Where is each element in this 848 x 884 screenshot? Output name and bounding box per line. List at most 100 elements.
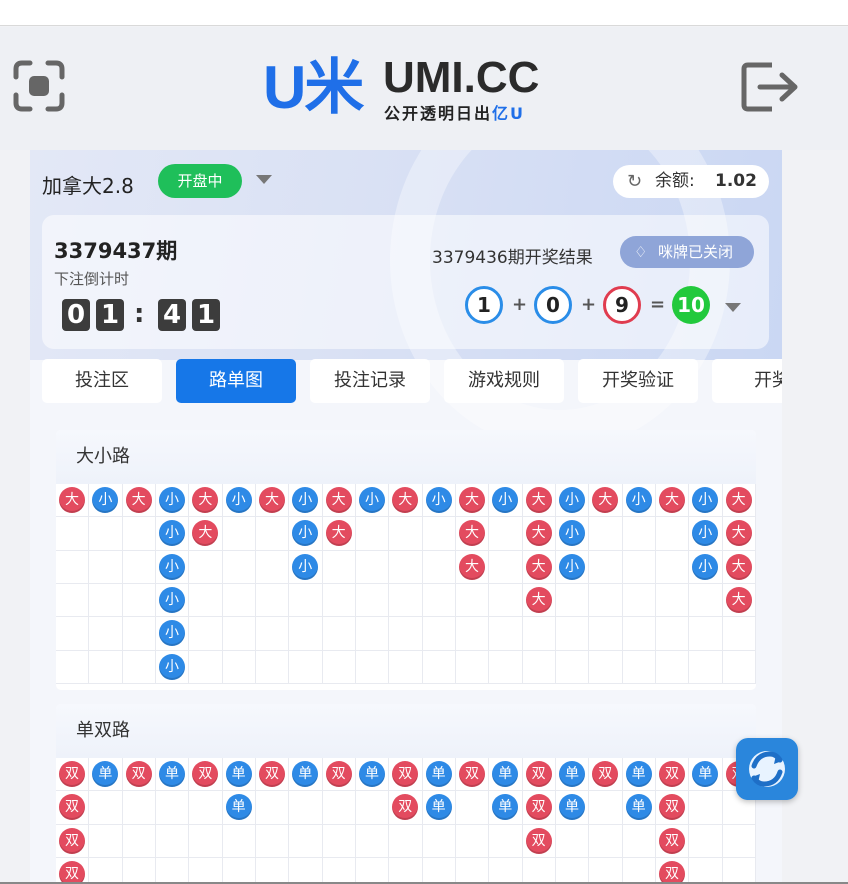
road-cell <box>622 517 656 551</box>
plus-sign: + <box>512 294 528 315</box>
road-chip: 小 <box>358 487 385 513</box>
road-cell: 双 <box>56 758 90 792</box>
last-result-label: 3379436期开奖结果 <box>432 248 593 268</box>
road-cell <box>589 857 623 884</box>
road-cell: 大 <box>255 484 290 518</box>
road-cell <box>122 617 156 651</box>
road-chip: 单 <box>158 761 185 787</box>
road-chip: 单 <box>425 794 452 821</box>
road-cell <box>689 791 723 825</box>
road-cell <box>655 650 690 684</box>
chevron-down-icon[interactable] <box>724 301 742 313</box>
road-cell: 大 <box>589 484 623 518</box>
road-cell <box>655 550 690 584</box>
road-cell: 小 <box>689 550 723 584</box>
tab-game-rules[interactable]: 游戏规则 <box>444 359 564 403</box>
road-chip: 双 <box>59 761 85 787</box>
road-cell <box>622 617 656 651</box>
road-cell <box>155 791 190 825</box>
road-cell: 小 <box>555 550 590 584</box>
road-chip: 双 <box>59 860 85 884</box>
result-ball: 9 <box>603 286 641 324</box>
road-cell: 单 <box>555 758 590 792</box>
road-cell <box>455 650 490 684</box>
road-chip: 大 <box>192 520 219 547</box>
road-cell <box>189 617 223 651</box>
scan-icon[interactable] <box>12 59 66 113</box>
balance-pill[interactable]: ↻ 余额: 1.02 <box>613 165 769 198</box>
tab-road-map[interactable]: 路单图 <box>176 359 296 403</box>
road-cell <box>422 517 456 551</box>
road-cell: 双 <box>255 758 290 792</box>
road-chip: 双 <box>525 827 552 854</box>
tab-draw-verify[interactable]: 开奖验证 <box>578 359 698 403</box>
road-cell <box>556 857 590 884</box>
road-cell: 双 <box>655 791 690 825</box>
road-cell: 单 <box>355 758 390 792</box>
road-cell <box>223 857 256 884</box>
road-cell <box>422 650 456 684</box>
tab-bet-records[interactable]: 投注记录 <box>310 359 430 403</box>
tab-bar: 投注区 路单图 投注记录 游戏规则 开奖验证 开奖 <box>42 359 782 403</box>
balance-value: 1.02 <box>715 171 757 191</box>
road-cell <box>289 650 323 684</box>
road-cell <box>389 517 423 551</box>
road-chip: 小 <box>92 487 119 513</box>
refresh-icon[interactable]: ↻ <box>627 165 642 198</box>
road-cell: 大 <box>722 583 756 618</box>
road-cell <box>355 517 390 551</box>
road-chip: 大 <box>592 487 619 513</box>
countdown-digit: 0 <box>62 299 90 331</box>
tab-betting[interactable]: 投注区 <box>42 359 162 403</box>
road-chip: 单 <box>625 761 652 787</box>
exit-icon[interactable] <box>738 55 802 119</box>
road-cell <box>322 824 356 858</box>
squeeze-badge[interactable]: ♢ 咪牌已关闭 <box>620 236 754 268</box>
tab-draw-history[interactable]: 开奖 <box>712 359 782 403</box>
road-cell: 双 <box>522 824 556 858</box>
road-cell <box>522 617 556 651</box>
road-cell <box>389 617 423 651</box>
road-chip: 小 <box>292 553 319 580</box>
road-cell <box>222 617 256 651</box>
road-chip: 小 <box>425 487 452 513</box>
road-cell <box>89 857 123 884</box>
road-cell <box>455 791 490 825</box>
road-cell <box>622 550 656 584</box>
road-cell: 小 <box>555 484 590 518</box>
road-cell <box>623 857 656 884</box>
road-cell <box>723 857 756 884</box>
refresh-float-icon[interactable] <box>736 738 798 800</box>
road-chip: 双 <box>658 827 685 854</box>
road-title: 大小路 <box>56 430 756 484</box>
road-cell: 大 <box>455 517 490 551</box>
road-cell: 小 <box>289 550 323 584</box>
road-cell <box>255 824 290 858</box>
road-cell: 大 <box>522 517 556 551</box>
road-cell <box>222 650 256 684</box>
logo-name: UMI.CC <box>383 53 540 102</box>
road-cell: 双 <box>189 758 223 792</box>
road-cell <box>655 517 690 551</box>
chevron-down-icon[interactable] <box>256 175 272 184</box>
road-cell: 大 <box>722 484 756 518</box>
road-cell: 小 <box>155 650 190 684</box>
road-cell: 双 <box>56 857 90 884</box>
road-cell <box>422 617 456 651</box>
logo-slogan-tail: 亿U <box>492 104 526 123</box>
road-cell: 小 <box>222 484 256 518</box>
big-small-road: 大小路 大小大小小小小小小大大小大小小小大大小大小大大大小大大大大小小小大小大小… <box>56 430 756 690</box>
road-chip: 双 <box>258 761 285 787</box>
road-chip: 双 <box>458 761 485 787</box>
road-cell <box>289 791 323 825</box>
road-chip: 小 <box>292 520 319 547</box>
road-cell: 小 <box>689 517 723 551</box>
road-cell <box>389 857 423 884</box>
road-cell: 小 <box>289 517 323 551</box>
road-cell <box>255 791 290 825</box>
road-cell <box>355 550 390 584</box>
road-cell <box>689 650 723 684</box>
game-name[interactable]: 加拿大2.8 <box>42 170 134 199</box>
road-cell: 大 <box>455 550 490 584</box>
countdown-label: 下注倒计时 <box>54 270 130 288</box>
